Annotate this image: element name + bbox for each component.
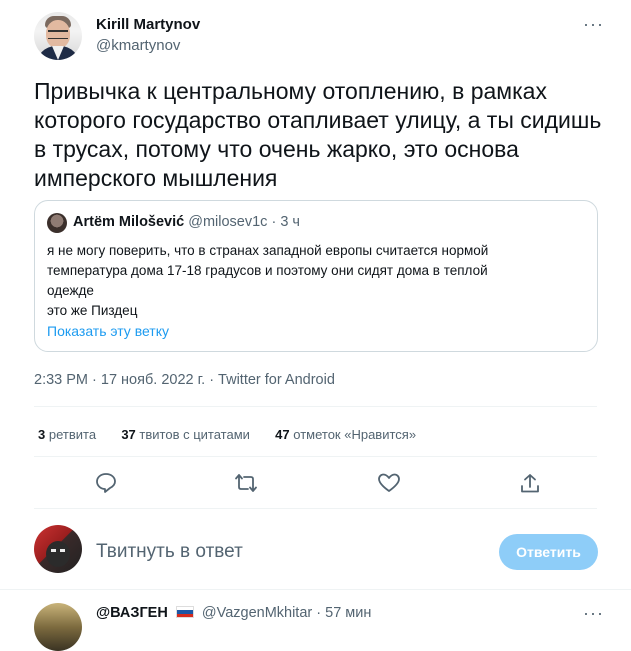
avatar-glasses xyxy=(48,30,68,39)
quoted-line: я не могу поверить, что в странах западн… xyxy=(47,243,489,258)
quoted-tweet[interactable]: Artëm Milošević @milosev1c · 3 ч я не мо… xyxy=(34,200,598,352)
next-tweet-avatar[interactable] xyxy=(34,603,82,651)
quoted-tweet-time: 3 ч xyxy=(280,214,300,230)
divider xyxy=(0,589,631,590)
current-user-avatar[interactable] xyxy=(34,525,82,573)
quotes-stat[interactable]: 37 твитов с цитатами xyxy=(121,427,250,442)
show-thread-link[interactable]: Показать эту ветку xyxy=(47,323,169,339)
likes-label: отметок «Нравится» xyxy=(293,427,417,442)
quotes-label: твитов с цитатами xyxy=(139,427,250,442)
likes-count: 47 xyxy=(275,427,290,442)
heart-icon[interactable] xyxy=(377,472,401,494)
quoted-line: это же Пиздец xyxy=(47,303,138,318)
tweet-meta[interactable]: 2:33 PM · 17 нояб. 2022 г. · Twitter for… xyxy=(34,372,335,388)
retweets-count: 3 xyxy=(38,427,46,442)
reply-icon[interactable] xyxy=(94,472,118,494)
dot-separator: · xyxy=(312,605,326,621)
avatar-eye xyxy=(60,549,65,552)
next-tweet-author-name[interactable]: @ВАЗГЕН xyxy=(96,605,168,621)
quotes-count: 37 xyxy=(121,427,136,442)
more-options-icon[interactable]: ··· xyxy=(583,603,604,624)
dot-separator: · xyxy=(267,214,281,230)
quoted-line: температура дома 17-18 градусов и поэтом… xyxy=(47,263,488,278)
tweet-stats: 3 ретвита 37 твитов с цитатами 47 отмето… xyxy=(38,427,416,442)
quoted-tweet-header: Artëm Milošević @milosev1c · 3 ч xyxy=(73,214,300,230)
tweet-text: Привычка к центральному отоплению, в рам… xyxy=(34,78,602,191)
retweets-label: ретвита xyxy=(48,427,97,442)
retweet-icon[interactable] xyxy=(234,472,258,494)
divider xyxy=(34,406,597,407)
author-avatar[interactable] xyxy=(34,12,82,60)
quoted-author-avatar xyxy=(47,213,67,233)
quoted-author-name: Artëm Milošević xyxy=(73,214,185,230)
author-name[interactable]: Kirill Martynov xyxy=(96,16,200,33)
reply-button[interactable]: Ответить xyxy=(499,534,598,570)
divider xyxy=(34,456,597,457)
russia-flag-icon xyxy=(175,606,194,618)
author-handle[interactable]: @kmartynov xyxy=(96,37,180,54)
next-tweet-handle[interactable]: @VazgenMkhitar xyxy=(202,605,312,621)
next-tweet-time[interactable]: 57 мин xyxy=(325,605,371,621)
avatar-eye xyxy=(51,549,56,552)
quoted-author-handle: @milosev1c xyxy=(188,214,268,230)
more-options-icon[interactable]: ··· xyxy=(583,14,604,35)
likes-stat[interactable]: 47 отметок «Нравится» xyxy=(275,427,416,442)
retweets-stat[interactable]: 3 ретвита xyxy=(38,427,96,442)
share-icon[interactable] xyxy=(518,472,542,494)
divider xyxy=(34,508,597,509)
next-tweet-header: @ВАЗГЕН @VazgenMkhitar · 57 мин xyxy=(96,605,371,621)
avatar-face xyxy=(46,541,70,567)
quoted-line: одежде xyxy=(47,283,94,298)
quoted-tweet-text: я не могу поверить, что в странах западн… xyxy=(47,241,567,321)
reply-input[interactable]: Твитнуть в ответ xyxy=(96,541,243,563)
